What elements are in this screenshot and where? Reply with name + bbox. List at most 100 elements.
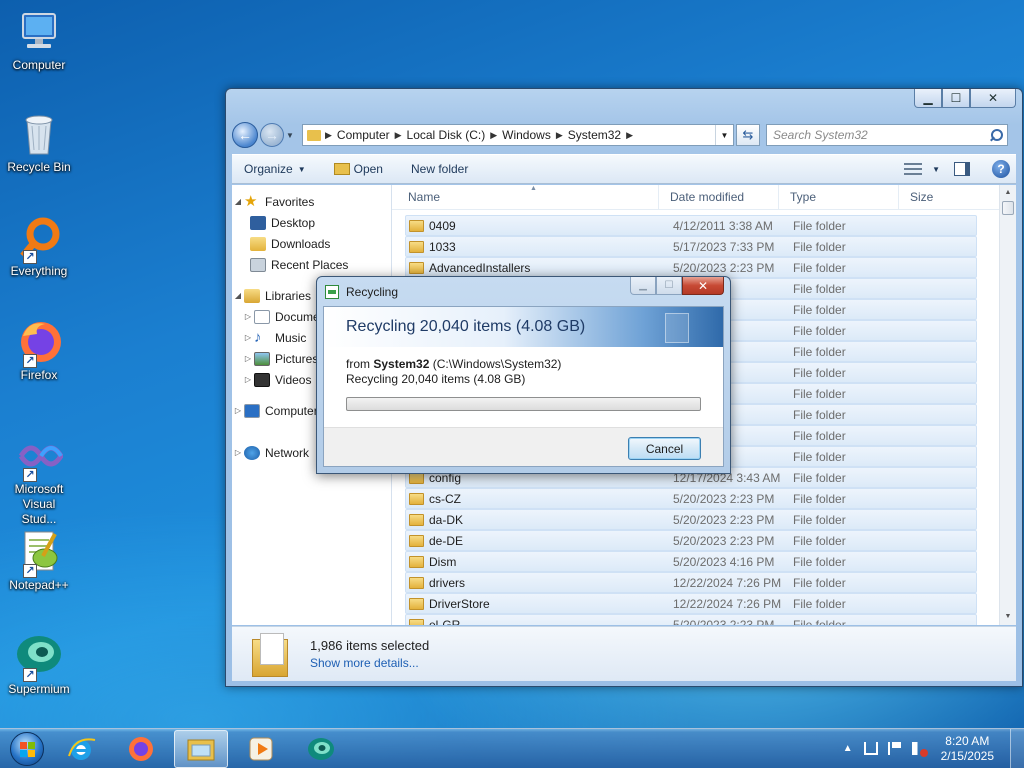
nav-favorites[interactable]: ◢ ★ Favorites xyxy=(232,191,391,212)
minimize-button[interactable]: ▁ xyxy=(914,89,942,108)
taskbar-supermium[interactable] xyxy=(294,730,348,768)
collapse-arrow-icon[interactable]: ▷ xyxy=(242,333,254,342)
breadcrumb-separator[interactable]: ▶ xyxy=(626,130,633,141)
table-row[interactable]: cs-CZ 5/20/2023 2:23 PM File folder xyxy=(405,488,977,509)
nav-desktop[interactable]: Desktop xyxy=(232,212,391,233)
nav-label: Downloads xyxy=(271,236,331,251)
breadcrumb-system32[interactable]: System32 xyxy=(563,128,626,142)
taskbar-media-player[interactable] xyxy=(234,730,288,768)
scroll-thumb[interactable] xyxy=(1002,201,1014,215)
change-view-icon[interactable] xyxy=(904,163,923,175)
system-clock[interactable]: 8:20 AM 2/15/2025 xyxy=(941,734,994,764)
show-more-details-link[interactable]: Show more details... xyxy=(310,656,429,670)
network-tray-icon[interactable] xyxy=(863,742,878,755)
breadcrumb-separator[interactable]: ▶ xyxy=(325,130,332,141)
collapse-arrow-icon[interactable]: ▷ xyxy=(242,354,254,363)
recent-pages-dropdown[interactable]: ▼ xyxy=(284,131,296,140)
cancel-button[interactable]: Cancel xyxy=(628,437,701,460)
media-player-icon xyxy=(249,737,273,760)
show-hidden-icons-button[interactable]: ▲ xyxy=(843,743,853,754)
scroll-down-icon[interactable]: ▼ xyxy=(1000,609,1016,625)
breadcrumb-separator[interactable]: ▶ xyxy=(556,130,563,141)
collapse-arrow-icon[interactable]: ▷ xyxy=(232,406,244,415)
dialog-minimize-button[interactable]: ▁ xyxy=(630,277,656,295)
vertical-scrollbar[interactable]: ▲ ▼ xyxy=(999,185,1016,625)
dialog-close-button[interactable]: ✕ xyxy=(682,277,724,295)
everything-search-icon: ↗ xyxy=(15,214,63,264)
desktop-icon-computer[interactable]: Computer xyxy=(4,8,74,73)
table-row[interactable]: da-DK 5/20/2023 2:23 PM File folder xyxy=(405,509,977,530)
column-headers: ▲ Name Date modified Type Size xyxy=(392,185,1016,210)
dialog-controls: ▁ ☐ ✕ xyxy=(630,277,724,295)
table-row[interactable]: drivers 12/22/2024 7:26 PM File folder xyxy=(405,572,977,593)
file-type: File folder xyxy=(793,449,846,464)
action-center-flag-icon[interactable] xyxy=(887,742,902,755)
table-row[interactable]: Dism 5/20/2023 4:16 PM File folder xyxy=(405,551,977,572)
taskbar-internet-explorer[interactable] xyxy=(54,730,108,768)
scroll-up-icon[interactable]: ▲ xyxy=(1000,185,1016,201)
table-row[interactable]: 0409 4/12/2011 3:38 AM File folder xyxy=(405,215,977,236)
file-name: cs-CZ xyxy=(429,491,461,506)
show-desktop-button[interactable] xyxy=(1010,728,1024,768)
desktop-icon-recycle-bin[interactable]: Recycle Bin xyxy=(4,110,74,175)
desktop-icon-notepad-plus-plus[interactable]: ↗ Notepad++ xyxy=(4,528,74,593)
nav-downloads[interactable]: Downloads xyxy=(232,233,391,254)
desktop-icon-firefox[interactable]: ↗ Firefox xyxy=(4,318,74,383)
visual-studio-icon: ↗ xyxy=(15,432,64,482)
preview-pane-icon[interactable] xyxy=(954,162,970,176)
nav-recent-places[interactable]: Recent Places xyxy=(232,254,391,275)
column-header-size[interactable]: Size xyxy=(899,185,974,209)
table-row[interactable]: AdvancedInstallers 5/20/2023 2:23 PM File … xyxy=(405,257,977,278)
back-button[interactable]: ← xyxy=(232,122,258,148)
expand-arrow-icon[interactable]: ◢ xyxy=(232,291,244,300)
view-dropdown-icon[interactable]: ▼ xyxy=(932,165,940,174)
new-folder-button[interactable]: New folder xyxy=(411,162,468,176)
address-dropdown-icon[interactable]: ▼ xyxy=(715,125,733,145)
dialog-maximize-button[interactable]: ☐ xyxy=(656,277,682,295)
search-icon[interactable] xyxy=(990,128,1003,142)
expand-arrow-icon[interactable]: ◢ xyxy=(232,197,244,206)
column-header-date-modified[interactable]: Date modified xyxy=(659,185,779,209)
file-type: File folder xyxy=(793,470,846,485)
collapse-arrow-icon[interactable]: ▷ xyxy=(242,312,254,321)
collapse-arrow-icon[interactable]: ▷ xyxy=(232,448,244,457)
open-button[interactable]: Open xyxy=(333,162,383,176)
desktop-icon-everything[interactable]: ↗ Everything xyxy=(4,214,74,279)
breadcrumb-local-disk[interactable]: Local Disk (C:) xyxy=(402,128,491,142)
table-row[interactable]: DriverStore 12/22/2024 7:26 PM File folder xyxy=(405,593,977,614)
start-button[interactable] xyxy=(6,729,48,768)
recycling-dialog[interactable]: Recycling ▁ ☐ ✕ Recycling 20,040 items (… xyxy=(316,276,731,474)
breadcrumb-separator[interactable]: ▶ xyxy=(395,130,402,141)
file-date-modified: 12/22/2024 7:26 PM xyxy=(673,596,782,611)
table-row[interactable]: 1033 5/17/2023 7:33 PM File folder xyxy=(405,236,977,257)
organize-button[interactable]: Organize ▼ xyxy=(244,162,306,176)
taskbar-windows-explorer[interactable] xyxy=(174,729,228,768)
nav-label: Videos xyxy=(275,372,312,387)
breadcrumb-windows[interactable]: Windows xyxy=(497,128,556,142)
desktop-icon-supermium[interactable]: ↗ Supermium xyxy=(4,632,74,697)
computer-icon xyxy=(15,8,63,56)
desktop-icon xyxy=(250,215,266,230)
column-header-name[interactable]: Name xyxy=(392,185,659,209)
close-button[interactable]: ✕ xyxy=(970,89,1016,108)
search-input[interactable]: Search System32 xyxy=(766,124,1008,146)
videos-icon xyxy=(254,372,270,387)
desktop-icon-visual-studio[interactable]: ↗ Microsoft Visual Stud... xyxy=(4,432,74,527)
file-date-modified: 12/22/2024 7:26 PM xyxy=(673,575,782,590)
collapse-arrow-icon[interactable]: ▷ xyxy=(242,375,254,384)
column-header-type[interactable]: Type xyxy=(779,185,899,209)
breadcrumb-separator[interactable]: ▶ xyxy=(490,130,497,141)
maximize-button[interactable]: ☐ xyxy=(942,89,970,108)
breadcrumb-computer[interactable]: Computer xyxy=(332,128,395,142)
refresh-button[interactable]: ⇆ xyxy=(736,124,760,146)
address-bar[interactable]: ▶ Computer ▶ Local Disk (C:) ▶ Windows ▶… xyxy=(302,124,734,146)
windows-logo-icon xyxy=(10,731,44,766)
table-row[interactable]: de-DE 5/20/2023 2:23 PM File folder xyxy=(405,530,977,551)
help-icon[interactable]: ? xyxy=(992,160,1010,178)
organize-label: Organize xyxy=(244,162,293,176)
forward-button[interactable]: → xyxy=(260,123,284,147)
volume-muted-icon[interactable] xyxy=(911,742,928,757)
table-row[interactable]: el-GR 5/20/2023 2:23 PM File folder xyxy=(405,614,977,625)
file-date-modified: 4/12/2011 3:38 AM xyxy=(673,218,773,233)
taskbar-firefox[interactable] xyxy=(114,730,168,768)
